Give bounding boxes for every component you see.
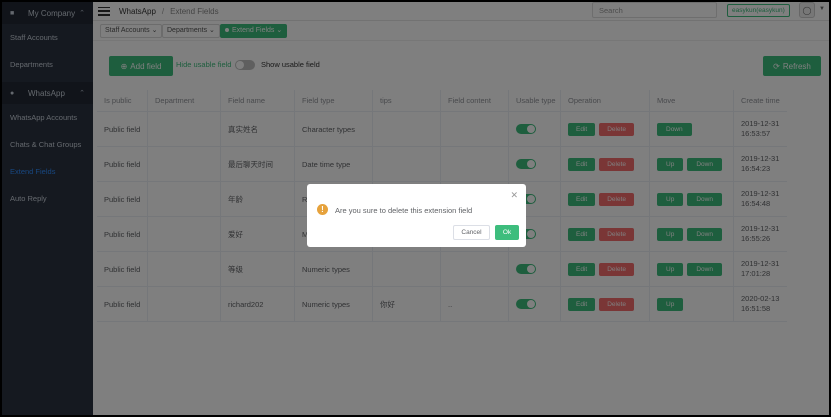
warning-icon: ! xyxy=(317,204,328,215)
close-icon[interactable]: ✕ xyxy=(510,190,518,201)
confirm-dialog: ✕ ! Are you sure to delete this extensio… xyxy=(307,184,526,247)
app-window: ■ My Company ⌃ Staff Accounts Department… xyxy=(2,2,829,415)
ok-button[interactable]: Ok xyxy=(495,225,519,240)
cancel-button[interactable]: Cancel xyxy=(453,225,490,240)
dialog-message: Are you sure to delete this extension fi… xyxy=(335,206,473,215)
